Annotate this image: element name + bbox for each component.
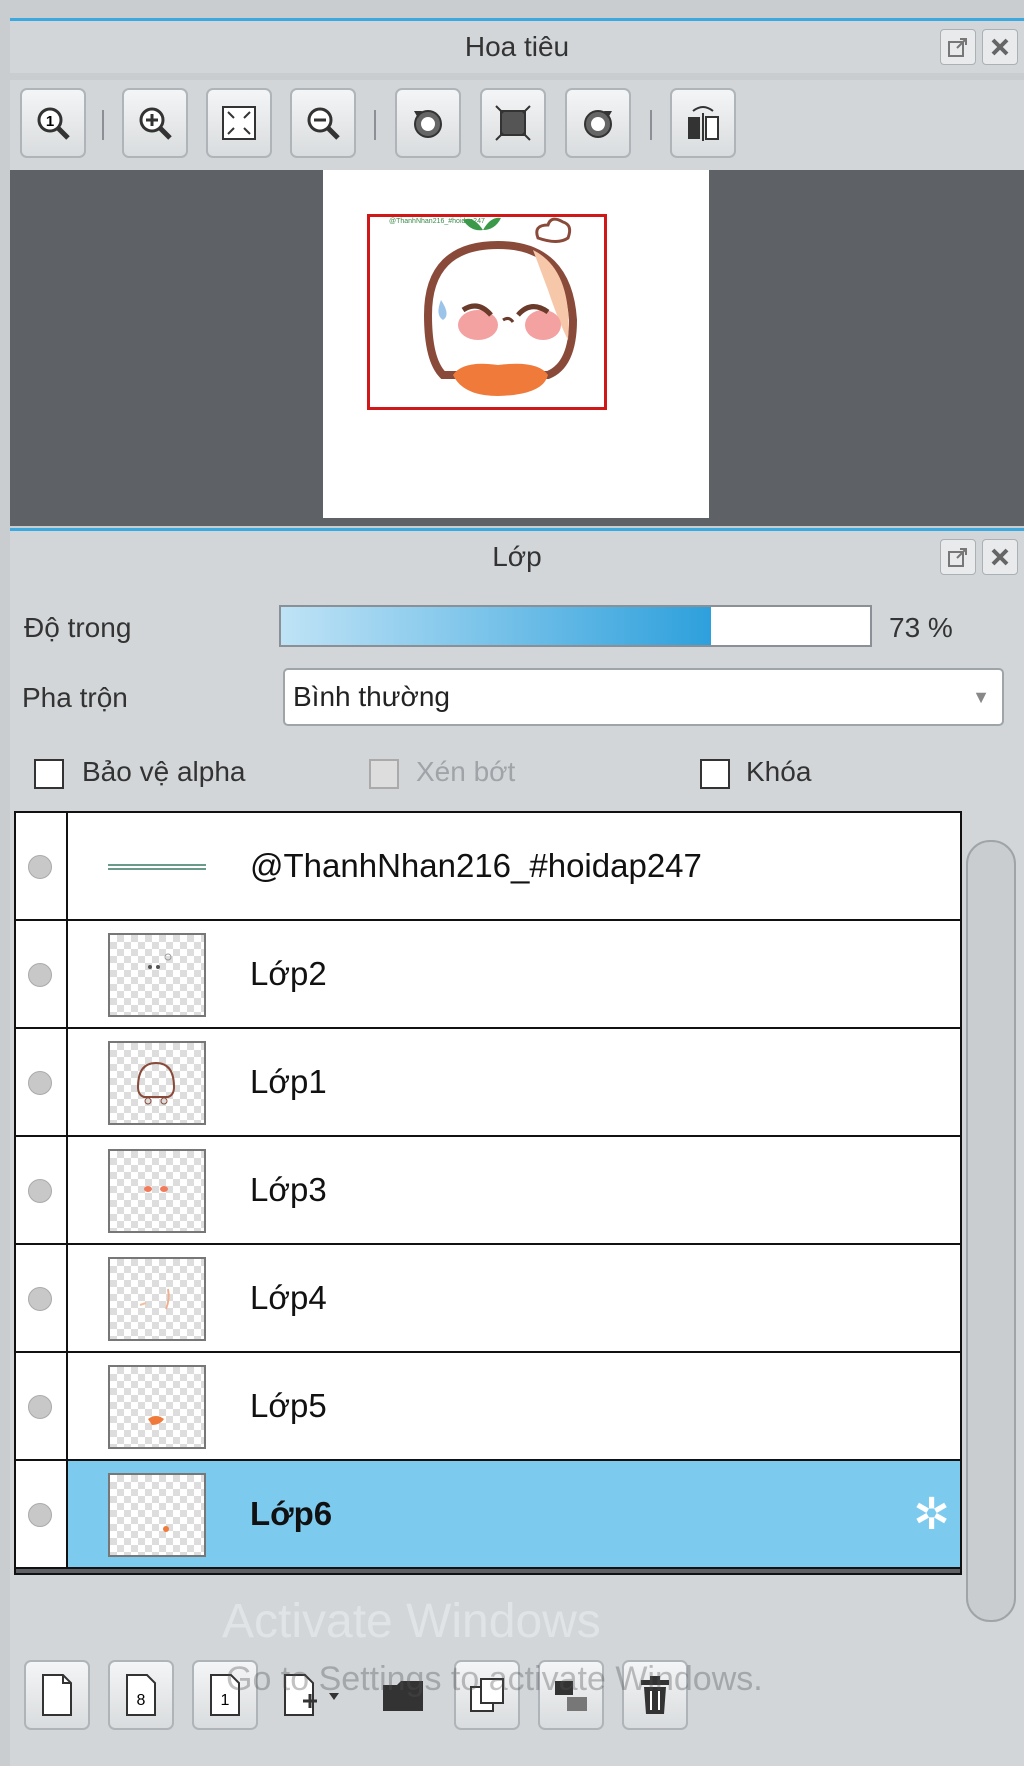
layer-row[interactable]: @ThanhNhan216_#hoidap247 (16, 813, 960, 921)
layer-name: Lớp4 (250, 1279, 327, 1316)
visibility-toggle[interactable] (28, 963, 52, 987)
layer-name: Lớp3 (250, 1171, 327, 1208)
activate-windows-watermark: Activate Windows (222, 1595, 601, 1648)
layer-name: @ThanhNhan216_#hoidap247 (250, 847, 702, 884)
new-8bit-layer-icon[interactable]: 8 (108, 1660, 174, 1730)
lock-label: Khóa (746, 756, 812, 787)
layer-thumbnail (108, 933, 206, 1017)
alpha-protect-label: Bảo vệ alpha (82, 756, 246, 787)
gear-icon[interactable]: ✲ (913, 1493, 950, 1537)
opacity-slider[interactable] (279, 605, 872, 647)
layer-row[interactable]: Lớp4 (16, 1245, 960, 1353)
opacity-label: Độ trong (24, 612, 132, 643)
view-rectangle[interactable] (367, 214, 607, 410)
layer-name: Lớp1 (250, 1063, 327, 1100)
undock-icon[interactable] (940, 29, 976, 65)
layer-list-scrollbar[interactable] (966, 840, 1016, 1622)
layer-thumbnail (108, 1473, 206, 1557)
clip-label: Xén bớt (416, 756, 516, 787)
visibility-toggle[interactable] (28, 1395, 52, 1419)
layer-row[interactable]: Lớp5 (16, 1353, 960, 1461)
layer-list: @ThanhNhan216_#hoidap247 Lớp2 Lớp1 Lớp3 … (14, 811, 962, 1575)
navigator-title: Hoa tiêu (464, 31, 570, 62)
alpha-protect-checkbox[interactable] (34, 759, 64, 789)
flip-horizontal-icon[interactable] (670, 88, 736, 158)
new-layer-icon[interactable] (24, 1660, 90, 1730)
rotate-left-icon[interactable] (395, 88, 461, 158)
layer-thumbnail (108, 1365, 206, 1449)
close-icon[interactable] (982, 539, 1018, 575)
navigator-toolbar: 1 (10, 80, 1024, 170)
visibility-toggle[interactable] (28, 1071, 52, 1095)
layer-name: Lớp6 (250, 1495, 333, 1532)
zoom-actual-icon[interactable]: 1 (20, 88, 86, 158)
svg-text:8: 8 (137, 1692, 146, 1709)
fit-screen-icon[interactable] (206, 88, 272, 158)
layer-row[interactable]: Lớp3 (16, 1137, 960, 1245)
undock-icon[interactable] (940, 539, 976, 575)
layer-row[interactable]: Lớp2 (16, 921, 960, 1029)
visibility-toggle[interactable] (28, 1179, 52, 1203)
layer-name: Lớp2 (250, 955, 327, 992)
lock-checkbox[interactable] (700, 759, 730, 789)
close-icon[interactable] (982, 29, 1018, 65)
layer-thumbnail (108, 1149, 206, 1233)
reset-rotation-icon[interactable] (480, 88, 546, 158)
opacity-value: 73 % (889, 612, 953, 643)
opacity-slider-fill (281, 607, 711, 645)
visibility-toggle[interactable] (28, 1503, 52, 1527)
clip-checkbox[interactable] (369, 759, 399, 789)
layer-thumbnail (108, 1041, 206, 1125)
layer-thumbnail (108, 1257, 206, 1341)
layer-row[interactable]: Lớp1 (16, 1029, 960, 1137)
visibility-toggle[interactable] (28, 855, 52, 879)
layer-name: Lớp5 (250, 1387, 327, 1424)
zoom-in-icon[interactable] (122, 88, 188, 158)
navigator-panel-title: Hoa tiêu (10, 18, 1024, 73)
canvas-thumbnail: @ThanhNhan216_#hoidap247 (323, 170, 709, 518)
zoom-out-icon[interactable] (290, 88, 356, 158)
visibility-toggle[interactable] (28, 1287, 52, 1311)
activate-windows-hint: Go to Settings to activate Windows. (226, 1660, 763, 1698)
chevron-down-icon: ▼ (972, 687, 990, 707)
rotate-right-icon[interactable] (565, 88, 631, 158)
blend-mode-select[interactable]: Bình thường ▼ (283, 668, 1004, 726)
layers-title: Lớp (492, 541, 542, 572)
layer-row-selected[interactable]: Lớp6 ✲ (16, 1461, 960, 1569)
navigator-preview[interactable]: @ThanhNhan216_#hoidap247 (10, 170, 1024, 526)
layers-panel-title: Lớp (10, 528, 1024, 583)
blend-mode-label: Pha trộn (22, 682, 128, 713)
text-layer-thumbnail (108, 864, 206, 870)
svg-text:1: 1 (46, 113, 54, 130)
blend-mode-value: Bình thường (293, 681, 450, 712)
